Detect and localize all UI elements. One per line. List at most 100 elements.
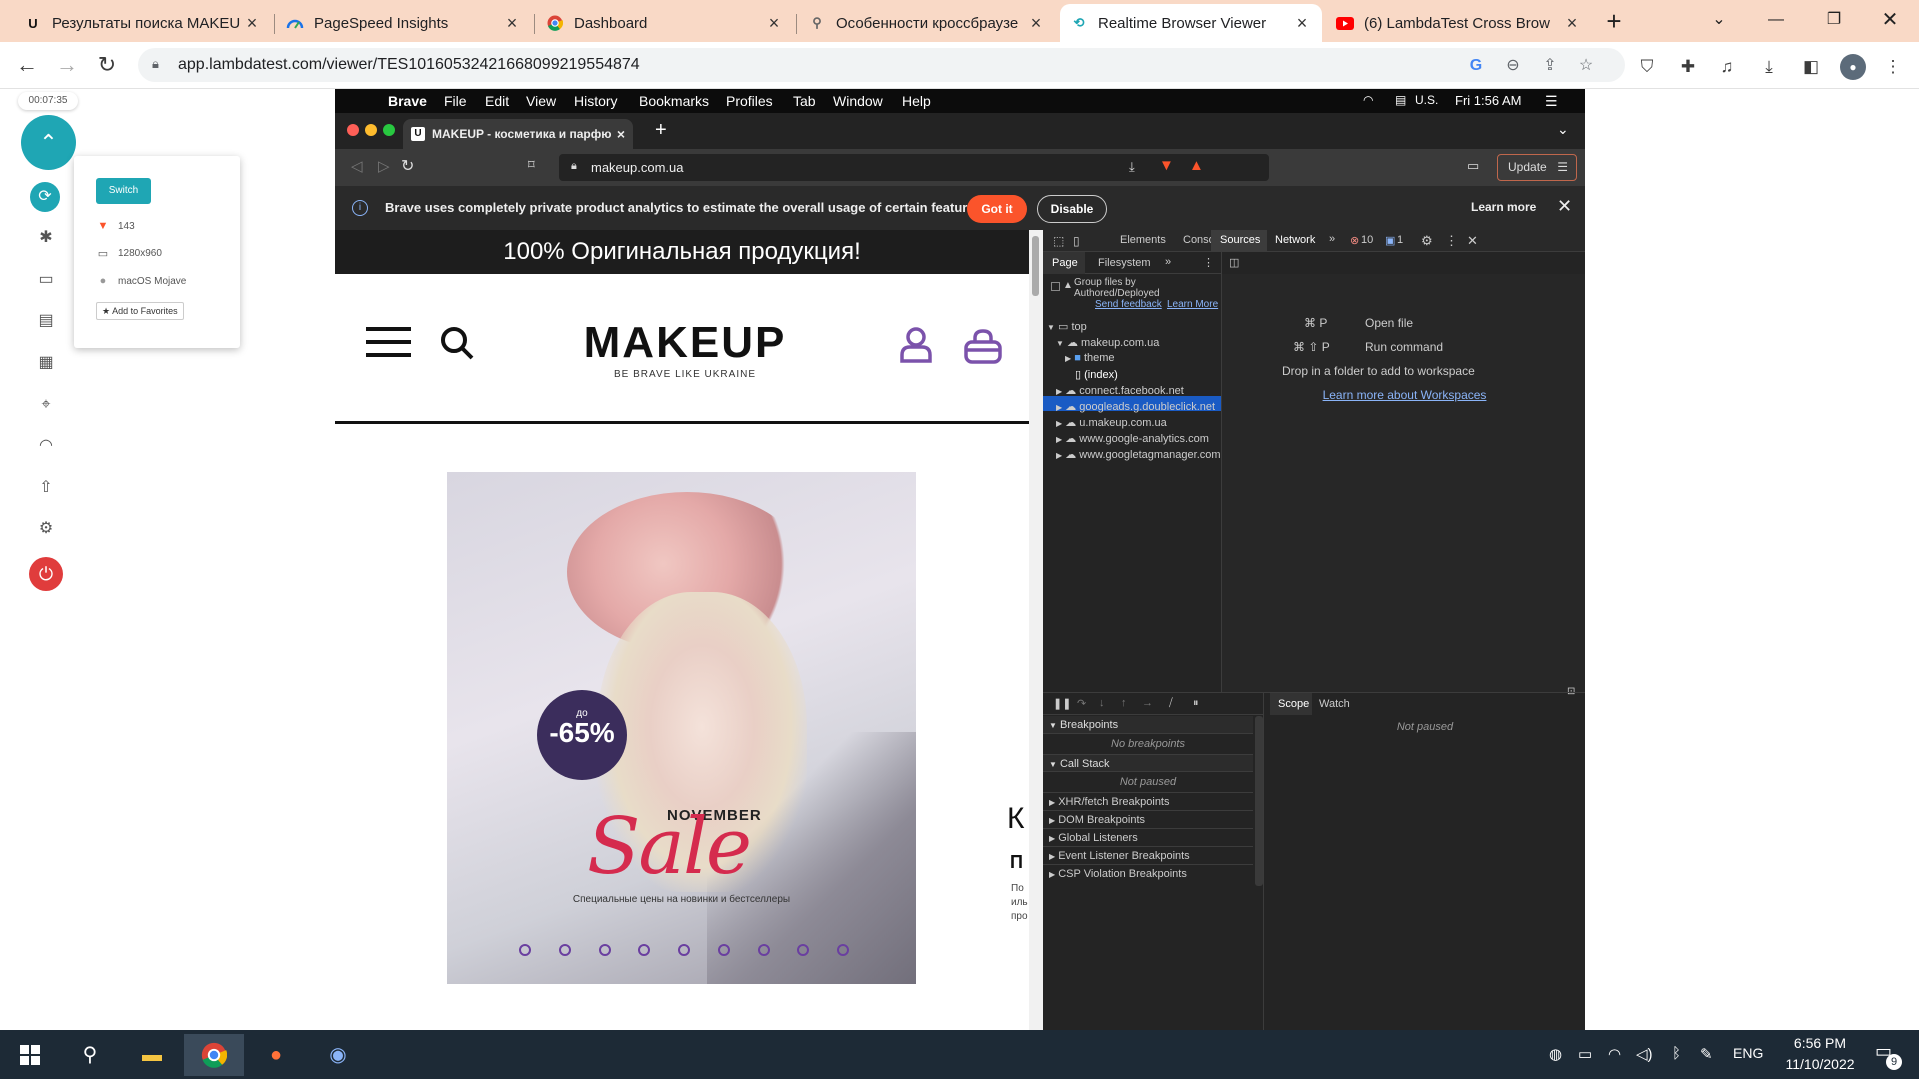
back-button[interactable]: ←: [12, 50, 42, 80]
menu-view[interactable]: View: [526, 93, 556, 109]
page-scrollbar-thumb[interactable]: [1032, 236, 1039, 296]
cart-bag-icon[interactable]: [963, 328, 1003, 364]
close-tab-icon[interactable]: ×: [764, 13, 784, 34]
close-tab-icon[interactable]: ×: [617, 126, 625, 142]
wifi-icon[interactable]: ◠: [1363, 93, 1373, 107]
update-button[interactable]: Update ☰: [1497, 154, 1577, 181]
google-lens-icon[interactable]: G: [1464, 54, 1488, 78]
mac-close-button[interactable]: [347, 124, 359, 136]
error-count-icon[interactable]: ⊗: [1350, 234, 1359, 247]
carousel-dot[interactable]: [717, 944, 730, 956]
carousel-dot[interactable]: [678, 944, 690, 956]
media-control-icon[interactable]: ♫: [1714, 54, 1740, 80]
reload-button[interactable]: ↻: [92, 50, 122, 80]
tab-youtube[interactable]: (6) LambdaTest Cross Brow ×: [1326, 4, 1592, 42]
end-session-power-icon[interactable]: ⏻: [29, 557, 63, 591]
tab-realtime-viewer[interactable]: ⟲ Realtime Browser Viewer ×: [1060, 4, 1322, 42]
locale-label[interactable]: U.S.: [1415, 93, 1438, 107]
collapse-toolbar-button[interactable]: ⌃: [21, 115, 76, 170]
add-to-favorites-button[interactable]: ★ Add to Favorites: [96, 302, 184, 320]
nav-tab-filesystem[interactable]: Filesystem: [1098, 257, 1151, 269]
menu-history[interactable]: History: [574, 93, 618, 109]
tab-makeup-search[interactable]: U Результаты поиска MAKEU ×: [14, 4, 272, 42]
menu-window[interactable]: Window: [833, 93, 883, 109]
menu-help[interactable]: Help: [902, 93, 931, 109]
tab-list-chevron-icon[interactable]: ⌄: [1557, 121, 1569, 138]
tree-item-makeup[interactable]: ▼ ☁ makeup.com.ua: [1056, 336, 1221, 351]
screenshot-icon[interactable]: ▤: [32, 307, 60, 335]
chrome-menu-icon[interactable]: ⋮: [1880, 54, 1906, 80]
device-toolbar-icon[interactable]: ▯: [1073, 234, 1080, 248]
infobar-close-icon[interactable]: ✕: [1557, 196, 1572, 217]
toggle-navigator-icon[interactable]: ◫: [1229, 256, 1239, 269]
navigator-more-icon[interactable]: ⋮: [1203, 256, 1214, 269]
tree-item-google-analytics[interactable]: ▶ ☁ www.google-analytics.com: [1056, 432, 1221, 447]
breakpoints-section[interactable]: ▼ Breakpoints: [1043, 716, 1253, 734]
learn-more-link[interactable]: Learn more: [1471, 200, 1536, 214]
install-app-icon[interactable]: ⤓: [1129, 159, 1135, 175]
bookmark-star-icon[interactable]: ☆: [1574, 54, 1598, 78]
menu-edit[interactable]: Edit: [485, 93, 509, 109]
disable-button[interactable]: Disable: [1037, 195, 1107, 223]
tree-item-facebook[interactable]: ▶ ☁ connect.facebook.net: [1056, 384, 1221, 399]
event-listener-breakpoints-section[interactable]: ▶ Event Listener Breakpoints: [1043, 846, 1253, 864]
carousel-dot[interactable]: [519, 944, 531, 956]
scope-tab[interactable]: Scope: [1270, 693, 1312, 715]
network-throttle-icon[interactable]: ◠: [32, 432, 60, 460]
step-out-icon[interactable]: ↑: [1121, 697, 1127, 709]
firefox-taskbar-icon[interactable]: ●: [246, 1034, 306, 1076]
carousel-dot[interactable]: [757, 944, 770, 956]
webpage-viewport[interactable]: 100% Оригинальная продукция! MAKEUP BE B…: [335, 230, 1029, 1030]
upload-icon[interactable]: ⇧: [32, 474, 60, 502]
remote-screen[interactable]: Brave File Edit View History Bookmarks P…: [335, 89, 1585, 1030]
devtools-settings-gear-icon[interactable]: ⚙: [1421, 233, 1433, 249]
brave-new-tab-button[interactable]: +: [655, 119, 667, 142]
pause-on-exceptions-icon[interactable]: ⏸︎: [1193, 697, 1199, 710]
side-panel-icon[interactable]: ◧: [1798, 54, 1824, 80]
tree-item-googletagmanager[interactable]: ▶ ☁ www.googletagmanager.com: [1056, 448, 1221, 463]
deactivate-breakpoints-icon[interactable]: ⧸: [1169, 697, 1173, 710]
got-it-button[interactable]: Got it: [967, 195, 1027, 223]
mac-minimize-button[interactable]: [365, 124, 377, 136]
menu-profiles[interactable]: Profiles: [726, 93, 773, 109]
makeup-logo[interactable]: MAKEUP: [565, 318, 805, 368]
tree-item-doubleclick[interactable]: ▶ ☁ googleads.g.doubleclick.net: [1056, 400, 1221, 415]
promo-carousel-banner[interactable]: до -65% NOVEMBER Sale Специальные цены н…: [447, 472, 916, 984]
profile-avatar[interactable]: ●: [1840, 54, 1866, 80]
step-into-icon[interactable]: ↓: [1099, 697, 1105, 709]
brave-back-icon[interactable]: ◁: [351, 157, 363, 175]
forward-button[interactable]: →: [52, 50, 82, 80]
carousel-dot[interactable]: [797, 944, 810, 956]
message-count[interactable]: 1: [1397, 234, 1403, 246]
watch-tab[interactable]: Watch: [1319, 698, 1350, 710]
devtools-close-icon[interactable]: ✕: [1467, 233, 1478, 249]
volume-icon[interactable]: ◁): [1636, 1045, 1653, 1063]
search-icon[interactable]: [439, 325, 475, 361]
close-tab-icon[interactable]: ×: [1292, 13, 1312, 34]
notification-count[interactable]: 9: [1886, 1054, 1902, 1070]
brave-bookmark-icon[interactable]: ⌑: [528, 157, 535, 173]
error-count[interactable]: 10: [1361, 234, 1373, 246]
file-explorer-icon[interactable]: ▬: [122, 1034, 182, 1076]
menu-brave[interactable]: Brave: [388, 93, 427, 109]
tab-crossbrowser[interactable]: ⚲ Особенности кроссбраузе ×: [798, 4, 1056, 42]
call-stack-section[interactable]: ▼ Call Stack: [1043, 754, 1253, 772]
global-listeners-section[interactable]: ▶ Global Listeners: [1043, 828, 1253, 846]
brave-address-bar[interactable]: 🔒︎ makeup.com.ua ⤓ ▼ ▲: [559, 154, 1269, 181]
notification-center-icon[interactable]: ☰: [1545, 93, 1558, 110]
taskbar-time[interactable]: 6:56 PM: [1778, 1035, 1862, 1051]
pen-icon[interactable]: ✎: [1700, 1045, 1713, 1063]
brave-rewards-icon[interactable]: ▲: [1189, 157, 1204, 174]
workspaces-learn-more-link[interactable]: Learn more about Workspaces: [1277, 388, 1532, 402]
switch-browser-icon[interactable]: ⟳: [30, 182, 60, 212]
tab-dashboard[interactable]: Dashboard ×: [536, 4, 794, 42]
bluetooth-icon[interactable]: ᛒ: [1672, 1045, 1681, 1062]
bug-icon[interactable]: ✱: [32, 224, 60, 252]
search-icon[interactable]: ⚲: [60, 1034, 120, 1076]
download-icon[interactable]: ⤓: [1756, 54, 1782, 80]
tab-search-button[interactable]: ⌄: [1696, 4, 1742, 36]
more-nav-tabs-chevron-icon[interactable]: »: [1165, 256, 1171, 268]
close-tab-icon[interactable]: ×: [242, 13, 262, 34]
chrome-tray-icon[interactable]: ◍: [1549, 1045, 1562, 1063]
battery-icon[interactable]: ▭: [1578, 1045, 1592, 1063]
